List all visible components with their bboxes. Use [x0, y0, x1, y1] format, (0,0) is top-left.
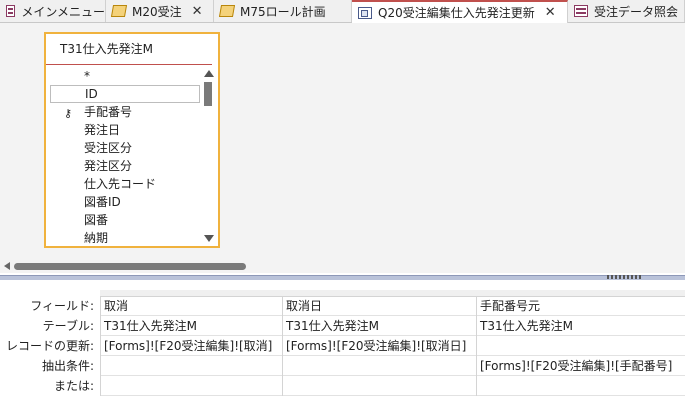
field-name: 図番 — [84, 213, 109, 227]
tab-3[interactable]: M75ロール計画 — [214, 0, 352, 22]
grid-cell[interactable]: 取消日 — [283, 296, 477, 316]
grid-cell[interactable] — [283, 376, 477, 396]
field-list-item[interactable]: ID — [50, 85, 200, 103]
table-field-list-title[interactable]: T31仕入先発注M — [46, 34, 212, 65]
macro-icon — [218, 5, 236, 17]
field-name: 受注区分 — [84, 141, 133, 155]
scroll-thumb[interactable] — [204, 82, 212, 106]
scroll-up-icon[interactable] — [204, 70, 214, 77]
tab-2[interactable]: M20受注 ✕ — [106, 0, 214, 22]
field-name: 図番ID — [84, 195, 121, 209]
field-name: 納期 — [84, 231, 109, 245]
grid-cell[interactable]: 取消 — [101, 296, 283, 316]
field-name: ID — [85, 87, 98, 101]
tab-1[interactable]: メインメニュー — [0, 0, 106, 22]
grid-cell[interactable]: T31仕入先発注M — [477, 316, 685, 336]
grid-cell[interactable]: [Forms]![F20受注編集]![手配番号] — [477, 356, 685, 376]
tab-5[interactable]: 受注データ照会 — [568, 0, 685, 22]
field-list: * ID ⚷ 手配番号発注日受注区分発注区分仕入先コード 図番ID 図番納期 — [50, 67, 200, 247]
scroll-left-icon[interactable] — [4, 262, 10, 270]
field-list-item[interactable]: 図番ID — [50, 193, 200, 211]
grid-cell[interactable] — [477, 376, 685, 396]
tab-label: M75ロール計画 — [240, 4, 326, 19]
field-list-item[interactable]: 発注区分 — [50, 157, 200, 175]
field-name: 仕入先コード — [84, 177, 157, 191]
grid-cell[interactable]: T31仕入先発注M — [101, 316, 283, 336]
field-list-item[interactable]: 図番 — [50, 211, 200, 229]
splitter-grip-icon[interactable] — [607, 275, 643, 279]
grid-column: 取消日 T31仕入先発注M [Forms]![F20受注編集]![取消日] — [282, 296, 477, 396]
grid-column: 手配番号元 T31仕入先発注M [Forms]![F20受注編集]![手配番号] — [476, 296, 685, 396]
grid-cell[interactable]: [Forms]![F20受注編集]![取消日] — [283, 336, 477, 356]
field-list-item[interactable]: * — [50, 67, 200, 85]
close-tab-icon[interactable]: ✕ — [545, 5, 556, 20]
grid-cell[interactable] — [283, 356, 477, 376]
grid-row-label: テーブル: — [42, 319, 94, 333]
tab-4[interactable]: Q20受注編集仕入先発注更新 ✕ — [352, 0, 568, 23]
field-list-item[interactable]: ⚷ 手配番号 — [50, 103, 200, 121]
upper-pane-horizontal-scrollbar[interactable] — [0, 259, 685, 273]
horizontal-scroll-thumb[interactable] — [14, 263, 246, 270]
field-name: 発注区分 — [84, 159, 133, 173]
field-list-item[interactable]: 仕入先コード — [50, 175, 200, 193]
grid-row-labels: フィールド: テーブル: レコードの更新: 抽出条件: または: — [0, 296, 98, 396]
grid-row-label: レコードの更新: — [5, 339, 94, 353]
table-field-list[interactable]: T31仕入先発注M * ID ⚷ 手配番号発注日受注区分発注区分仕入先コード 図番ID 図… — [44, 32, 220, 248]
form-icon — [574, 5, 588, 17]
query-design-grid-pane: フィールド: テーブル: レコードの更新: 抽出条件: または: 取消 T31仕入先発注M… — [0, 282, 685, 406]
grid-row-label: または: — [53, 379, 94, 393]
document-tab-bar: メインメニュー M20受注 ✕ M75ロール計画 Q20受注編集仕入先発注更新 ✕ 受注デー… — [0, 0, 685, 23]
scroll-down-icon[interactable] — [204, 235, 214, 242]
field-name: 発注日 — [84, 123, 121, 137]
tab-label: 受注データ照会 — [594, 4, 679, 19]
grid-cell[interactable] — [101, 376, 283, 396]
field-name: 手配番号 — [84, 105, 133, 119]
grid-cell[interactable] — [101, 356, 283, 376]
grid-row-label: フィールド: — [30, 299, 94, 313]
field-name: * — [84, 69, 90, 83]
query-design-upper-pane: T31仕入先発注M * ID ⚷ 手配番号発注日受注区分発注区分仕入先コード 図番ID 図… — [0, 23, 685, 259]
grid-row-label: 抽出条件: — [41, 359, 94, 373]
grid-column: 取消 T31仕入先発注M [Forms]![F20受注編集]![取消] — [100, 296, 283, 396]
field-list-item[interactable]: 発注日 — [50, 121, 200, 139]
grid-cell[interactable]: T31仕入先発注M — [283, 316, 477, 336]
macro-icon — [110, 5, 128, 17]
grid-cell[interactable]: 手配番号元 — [477, 296, 685, 316]
field-list-item[interactable]: 納期 — [50, 229, 200, 247]
tab-label: メインメニュー — [21, 4, 105, 19]
field-list-item[interactable]: 受注区分 — [50, 139, 200, 157]
field-list-scrollbar[interactable] — [202, 68, 214, 244]
grid-cell[interactable] — [477, 336, 685, 356]
pane-splitter[interactable] — [0, 275, 685, 280]
close-tab-icon[interactable]: ✕ — [192, 4, 203, 19]
tab-label: M20受注 — [132, 4, 182, 19]
tab-label: Q20受注編集仕入先発注更新 — [378, 6, 535, 20]
form-icon — [6, 5, 16, 17]
grid-cell[interactable]: [Forms]![F20受注編集]![取消] — [101, 336, 283, 356]
query-icon — [358, 6, 372, 19]
